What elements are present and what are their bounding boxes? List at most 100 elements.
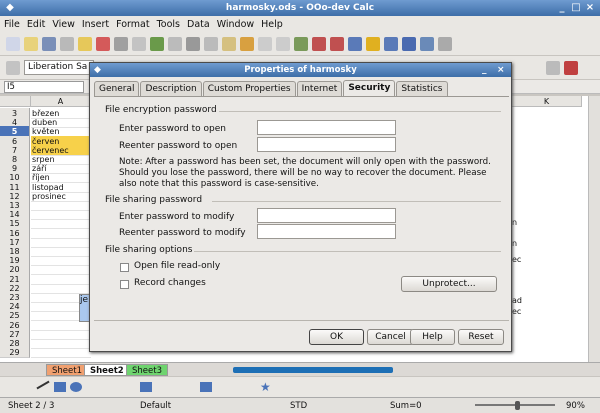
ok-button[interactable]: OK (309, 329, 364, 345)
status-sheet: Sheet 2 / 3 (8, 401, 55, 411)
cut-icon[interactable] (186, 36, 200, 51)
sharing-section-title: File sharing password (105, 195, 203, 205)
sort-descending-icon[interactable] (330, 36, 344, 51)
line-icon[interactable] (36, 380, 50, 390)
format-paintbrush-icon[interactable] (240, 36, 254, 51)
dialog-minimize-icon[interactable]: _ (482, 63, 487, 77)
copy-icon[interactable] (204, 36, 218, 51)
minimize-icon[interactable]: _ (556, 2, 568, 14)
encryption-section-title: File encryption password (105, 105, 217, 115)
horizontal-scrollbar[interactable] (233, 367, 393, 373)
export-pdf-icon[interactable] (96, 36, 110, 51)
sort-ascending-icon[interactable] (312, 36, 326, 51)
menu-help[interactable]: Help (261, 19, 283, 30)
menu-window[interactable]: Window (217, 19, 254, 30)
dialog-close-icon[interactable]: × (497, 63, 505, 77)
right-fragment-1: n (512, 218, 518, 227)
font-name-box[interactable]: Liberation Sa (24, 60, 94, 75)
record-changes-checkbox[interactable] (120, 280, 129, 289)
tab-custom-properties[interactable]: Custom Properties (202, 81, 296, 96)
open-readonly-checkbox[interactable] (120, 263, 129, 272)
open-icon[interactable] (24, 36, 38, 51)
chart-icon[interactable] (348, 36, 362, 51)
undo-icon[interactable] (258, 36, 272, 51)
right-fragment-4: ad (512, 296, 522, 305)
hyperlink-icon[interactable] (294, 36, 308, 51)
gallery-icon[interactable] (402, 36, 416, 51)
save-icon[interactable] (42, 36, 56, 51)
corner-header[interactable] (0, 96, 31, 107)
status-style: Default (140, 401, 172, 411)
zoom-icon[interactable] (438, 36, 452, 51)
new-icon[interactable] (6, 36, 20, 51)
paste-icon[interactable] (222, 36, 236, 51)
reset-button[interactable]: Reset (458, 329, 504, 345)
help-button[interactable]: Help (410, 329, 455, 345)
menu-view[interactable]: View (52, 19, 75, 30)
background-color-icon[interactable] (546, 60, 560, 75)
select-icon[interactable] (8, 381, 22, 395)
font-color-icon[interactable] (564, 60, 578, 75)
spellcheck-icon[interactable] (150, 36, 164, 51)
edit-file-icon[interactable] (78, 36, 92, 51)
options-section-title: File sharing options (105, 245, 193, 255)
tab-internet[interactable]: Internet (296, 81, 343, 96)
sheet-tab-1[interactable]: Sheet1 (46, 364, 88, 376)
styles-icon[interactable] (6, 60, 20, 75)
column-header-a[interactable]: A (31, 96, 91, 107)
menu-format[interactable]: Format (116, 19, 149, 30)
redo-icon[interactable] (276, 36, 290, 51)
sheet-tab-2[interactable]: Sheet2 (84, 364, 130, 376)
basic-shapes-icon[interactable] (140, 382, 152, 392)
record-changes-label: Record changes (134, 278, 206, 288)
unprotect-button[interactable]: Unprotect... (401, 276, 497, 292)
menubar: File Edit View Insert Format Tools Data … (0, 16, 600, 32)
menu-insert[interactable]: Insert (82, 19, 109, 30)
page-preview-icon[interactable] (132, 36, 146, 51)
open-password-field[interactable] (257, 120, 396, 135)
section-divider (212, 201, 501, 202)
reenter-modify-password-field[interactable] (257, 224, 396, 239)
close-icon[interactable]: × (584, 2, 596, 14)
modify-password-field[interactable] (257, 208, 396, 223)
status-mode[interactable]: STD (290, 401, 307, 411)
borders-icon[interactable] (528, 61, 542, 75)
zoom-slider-knob[interactable] (515, 401, 520, 410)
sheet-tab-3[interactable]: Sheet3 (126, 364, 168, 376)
tab-general[interactable]: General (94, 81, 140, 96)
print-icon[interactable] (114, 36, 128, 51)
dialog-tabs: General Description Custom Properties In… (94, 80, 448, 96)
tab-description[interactable]: Description (140, 81, 202, 96)
row-header-29[interactable]: 29 (0, 347, 30, 359)
status-sum: Sum=0 (390, 401, 422, 411)
email-icon[interactable] (60, 36, 74, 51)
autospell-icon[interactable] (168, 36, 182, 51)
menu-edit[interactable]: Edit (27, 19, 45, 30)
section-divider (219, 111, 501, 112)
dialog-titlebar: Properties of harmosky ◆ _ × (90, 63, 511, 77)
cell-a29[interactable] (31, 347, 91, 359)
window-menu-icon[interactable]: ◆ (4, 2, 16, 14)
maximize-icon[interactable]: □ (570, 2, 582, 14)
tab-security[interactable]: Security (343, 80, 396, 96)
reenter-modify-label: Reenter password to modify (119, 228, 246, 238)
menu-tools[interactable]: Tools (157, 19, 180, 30)
tab-statistics[interactable]: Statistics (396, 81, 448, 96)
column-header-k[interactable]: K (512, 96, 582, 107)
menu-data[interactable]: Data (187, 19, 210, 30)
name-box[interactable]: I5 (4, 81, 84, 93)
cancel-button[interactable]: Cancel (367, 329, 414, 345)
window-titlebar: harmosky.ods - OOo-dev Calc ◆ _ □ × (0, 0, 600, 16)
rectangle-icon[interactable] (54, 382, 66, 392)
block-arrows-icon[interactable] (200, 382, 212, 392)
dialog-menu-icon[interactable]: ◆ (94, 63, 101, 77)
navigator-icon[interactable] (384, 36, 398, 51)
datasources-icon[interactable] (420, 36, 434, 51)
draw-functions-icon[interactable] (366, 36, 380, 51)
ellipse-icon[interactable] (70, 382, 82, 392)
reenter-open-password-field[interactable] (257, 137, 396, 152)
stars-icon[interactable]: ★ (260, 380, 271, 394)
menu-file[interactable]: File (4, 19, 20, 30)
window-title: harmosky.ods - OOo-dev Calc (225, 3, 375, 13)
vertical-scrollbar[interactable] (588, 96, 600, 362)
